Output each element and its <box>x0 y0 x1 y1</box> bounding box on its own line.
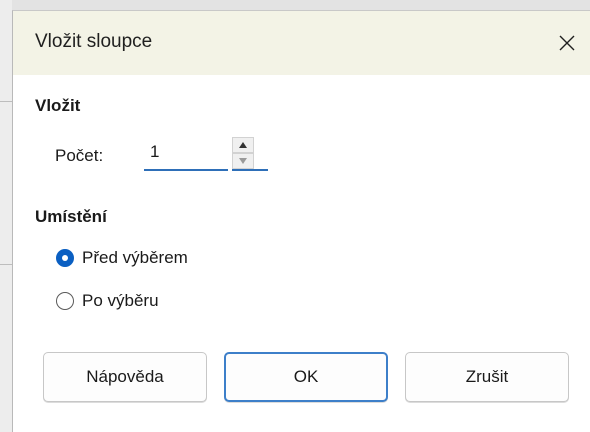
cancel-button[interactable]: Zrušit <box>405 352 569 402</box>
insert-section-heading: Vložit <box>35 96 81 115</box>
background-divider <box>0 264 12 265</box>
ok-button[interactable]: OK <box>224 352 388 402</box>
radio-after-selection[interactable]: Po výběru <box>56 291 159 311</box>
radio-unchecked-icon <box>56 292 74 310</box>
count-input[interactable] <box>144 135 228 171</box>
background-window-edge-left <box>0 0 12 432</box>
count-label: Počet: <box>55 146 104 165</box>
count-spinbox <box>144 135 268 173</box>
radio-before-selection[interactable]: Před výběrem <box>56 248 188 268</box>
radio-label: Po výběru <box>82 291 159 310</box>
background-window-edge <box>0 0 590 10</box>
spin-down-button[interactable] <box>232 153 254 169</box>
close-icon <box>559 35 575 51</box>
help-button[interactable]: Nápověda <box>43 352 207 402</box>
background-divider <box>0 101 12 102</box>
caret-up-icon <box>239 142 247 148</box>
radio-label: Před výběrem <box>82 248 188 267</box>
caret-down-icon <box>239 158 247 164</box>
spinbox-focus-underline <box>232 169 268 171</box>
radio-checked-icon <box>56 249 74 267</box>
dialog-titlebar: Vložit sloupce <box>13 11 590 75</box>
close-button[interactable] <box>544 11 590 75</box>
placement-section-heading: Umístění <box>35 207 107 226</box>
dialog-title: Vložit sloupce <box>35 31 153 52</box>
insert-columns-dialog: Vložit sloupce Vložit Počet: Umístění Př… <box>12 10 590 432</box>
spin-up-button[interactable] <box>232 137 254 153</box>
